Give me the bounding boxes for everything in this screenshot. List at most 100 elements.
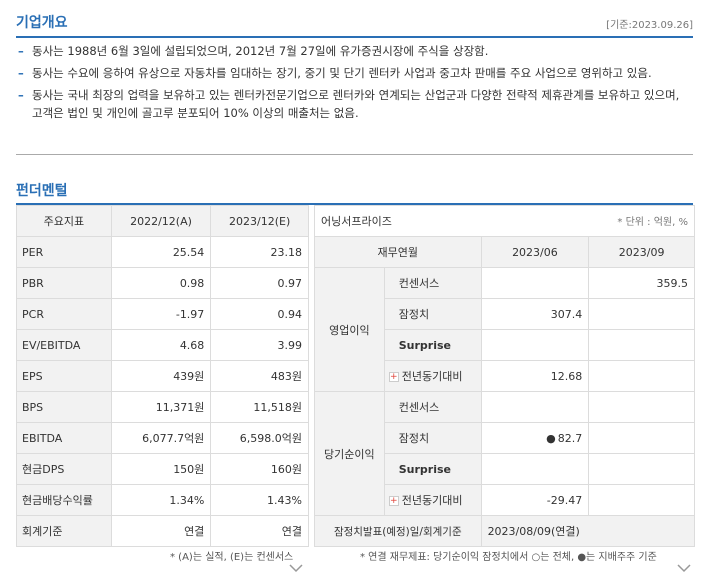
bullet-dash-icon: –	[18, 88, 24, 102]
list-item: – 동사는 수요에 응하여 유상으로 자동차를 임대하는 장기, 중기 및 단기 …	[18, 64, 690, 82]
table-row: 당기순이익 컨센서스	[314, 391, 695, 516]
header-2023-09: 2023/09	[588, 236, 695, 268]
row-actual: 연결	[110, 515, 212, 547]
table-row: PER 25.54 23.18	[16, 236, 309, 268]
row-label: PBR	[16, 267, 112, 299]
category-net-income: 당기순이익	[314, 391, 385, 516]
bullet-dash-icon: –	[18, 44, 24, 58]
row-estimate: 6,598.0억원	[210, 422, 309, 454]
table-footer-row: 잠정치발표(예정)일/회계기준 2023/08/09(연결)	[314, 515, 696, 547]
unit-note: * 단위 : 억원, %	[617, 217, 688, 228]
yoy-cell[interactable]: + 전년동기대비	[383, 360, 482, 392]
expand-plus-icon[interactable]: +	[388, 372, 399, 382]
row-value	[480, 267, 590, 299]
header-period: 재무연월	[314, 236, 482, 268]
row-label: BPS	[16, 391, 112, 423]
table-row: EBITDA 6,077.7억원 6,598.0억원	[16, 422, 309, 454]
row-value: 82.7	[557, 431, 583, 445]
overview-bottom-divider	[16, 154, 693, 155]
overview-bullets: – 동사는 1988년 6월 3일에 설립되었으며, 2012년 7월 27일에 …	[18, 42, 690, 126]
row-value: 12.68	[480, 360, 590, 392]
table-row: PBR 0.98 0.97	[16, 267, 309, 299]
header-2023-06: 2023/06	[480, 236, 590, 268]
row-label: 전년동기대비	[401, 494, 463, 507]
row-estimate: 3.99	[210, 329, 309, 361]
row-value	[588, 484, 695, 516]
table-header-row: 주요지표 2022/12(A) 2023/12(E)	[16, 205, 309, 237]
row-label: EV/EBITDA	[16, 329, 112, 361]
row-label: Surprise	[383, 453, 482, 485]
row-value-cell: ● 82.7	[480, 422, 590, 454]
row-label: 컨센서스	[383, 267, 482, 299]
chevron-down-icon[interactable]	[677, 563, 691, 577]
footer-label: 잠정치발표(예정)일/회계기준	[314, 515, 482, 547]
bullet-text: 동사는 1988년 6월 3일에 설립되었으며, 2012년 7월 27일에 유…	[32, 44, 489, 58]
earnings-title-cell: 어닝서프라이즈 * 단위 : 억원, %	[314, 205, 695, 237]
table-row: 현금DPS 150원 160원	[16, 453, 309, 485]
fundamental-note: * (A)는 실적, (E)는 컨센서스	[170, 552, 294, 563]
row-value: 307.4	[480, 298, 590, 330]
overview-divider	[16, 36, 693, 38]
row-value	[480, 329, 590, 361]
row-actual: 11,371원	[110, 391, 212, 423]
table-row: EV/EBITDA 4.68 3.99	[16, 329, 309, 361]
table-row: BPS 11,371원 11,518원	[16, 391, 309, 423]
row-actual: -1.97	[110, 298, 212, 330]
table-row: 회계기준 연결 연결	[16, 515, 309, 547]
header-indicator: 주요지표	[16, 205, 112, 237]
bullet-dash-icon: –	[18, 66, 24, 80]
overview-title: 기업개요	[16, 15, 68, 31]
row-value	[588, 360, 695, 392]
row-label: EPS	[16, 360, 112, 392]
table-row: 현금배당수익률 1.34% 1.43%	[16, 484, 309, 516]
row-estimate: 483원	[210, 360, 309, 392]
list-item: – 동사는 1988년 6월 3일에 설립되었으며, 2012년 7월 27일에 …	[18, 42, 690, 60]
row-label: 잠정치	[383, 298, 482, 330]
row-value	[588, 453, 695, 485]
category-operating-income: 영업이익	[314, 267, 385, 392]
row-actual: 4.68	[110, 329, 212, 361]
controlling-dot-icon: ●	[546, 431, 556, 445]
earnings-surprise-table: 어닝서프라이즈 * 단위 : 억원, % 재무연월 2023/06 2023/0…	[314, 205, 696, 547]
table-row: EPS 439원 483원	[16, 360, 309, 392]
table-title-row: 어닝서프라이즈 * 단위 : 억원, %	[314, 205, 695, 237]
bullet-text: 동사는 국내 최장의 업력을 보유하고 있는 렌터카전문기업으로 렌터카와 연계…	[32, 88, 680, 120]
earnings-title: 어닝서프라이즈	[321, 215, 392, 228]
table-row: PCR -1.97 0.94	[16, 298, 309, 330]
header-estimate: 2023/12(E)	[210, 205, 309, 237]
fundamental-table: 주요지표 2022/12(A) 2023/12(E) PER 25.54 23.18…	[16, 205, 309, 547]
row-value	[588, 422, 695, 454]
row-label: 컨센서스	[383, 391, 482, 423]
row-label: PER	[16, 236, 112, 268]
row-actual: 439원	[110, 360, 212, 392]
row-value	[480, 391, 590, 423]
expand-plus-icon[interactable]: +	[388, 496, 399, 506]
row-actual: 25.54	[110, 236, 212, 268]
row-actual: 1.34%	[110, 484, 212, 516]
row-estimate: 160원	[210, 453, 309, 485]
row-label: 현금배당수익률	[16, 484, 112, 516]
row-actual: 150원	[110, 453, 212, 485]
row-value	[588, 391, 695, 423]
list-item: – 동사는 국내 최장의 업력을 보유하고 있는 렌터카전문기업으로 렌터카와 연…	[18, 86, 690, 122]
fundamental-title: 펀더멘털	[16, 183, 68, 199]
row-estimate: 11,518원	[210, 391, 309, 423]
row-value: -29.47	[480, 484, 590, 516]
row-estimate: 연결	[210, 515, 309, 547]
yoy-cell[interactable]: + 전년동기대비	[383, 484, 482, 516]
chevron-down-icon[interactable]	[289, 563, 303, 577]
header-actual: 2022/12(A)	[110, 205, 212, 237]
row-value	[588, 298, 695, 330]
row-estimate: 0.94	[210, 298, 309, 330]
row-value	[588, 329, 695, 361]
base-date: [기준:2023.09.26]	[606, 20, 693, 31]
row-label: 전년동기대비	[401, 370, 463, 383]
row-label: 현금DPS	[16, 453, 112, 485]
row-value: 359.5	[588, 267, 695, 299]
table-row: 영업이익 컨센서스 359.5	[314, 267, 695, 392]
row-label: EBITDA	[16, 422, 112, 454]
row-value	[480, 453, 590, 485]
row-label: 잠정치	[383, 422, 482, 454]
row-label: PCR	[16, 298, 112, 330]
row-actual: 6,077.7억원	[110, 422, 212, 454]
